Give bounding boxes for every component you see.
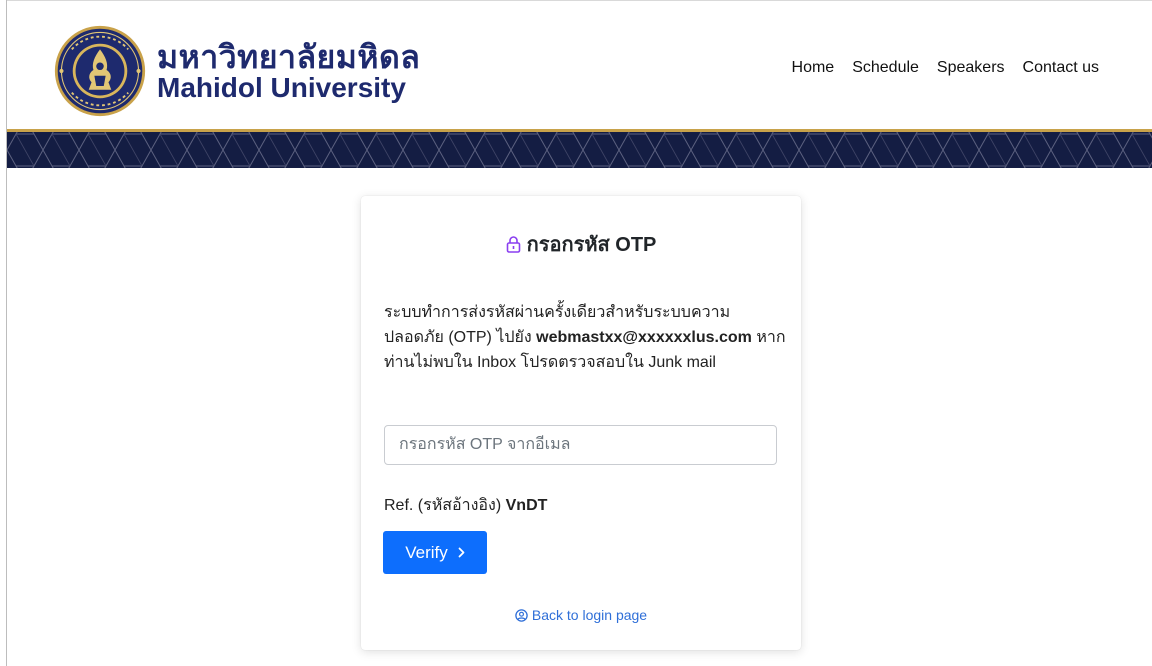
nav-schedule[interactable]: Schedule bbox=[852, 59, 919, 77]
lock-icon bbox=[506, 236, 520, 253]
user-circle-icon bbox=[515, 609, 528, 622]
chevron-right-icon bbox=[458, 547, 465, 558]
brand-name-thai: มหาวิทยาลัยมหิดล bbox=[157, 38, 421, 75]
main-nav: Home Schedule Speakers Contact us bbox=[774, 59, 1099, 77]
otp-card: กรอกรหัส OTP ระบบทำการส่งรหัสผ่านครั้งเด… bbox=[361, 196, 801, 650]
back-to-login-label: Back to login page bbox=[531, 607, 648, 623]
nav-home[interactable]: Home bbox=[792, 59, 835, 77]
verify-button[interactable]: Verify bbox=[383, 531, 487, 574]
otp-input[interactable] bbox=[384, 425, 777, 465]
university-seal-icon bbox=[54, 25, 146, 117]
otp-description: ระบบทำการส่งรหัสผ่านครั้งเดียวสำหรับระบบ… bbox=[384, 300, 786, 375]
back-to-login-link[interactable]: Back to login page bbox=[361, 607, 801, 623]
ref-label: Ref. (รหัสอ้างอิง) bbox=[384, 497, 506, 514]
site-header: มหาวิทยาลัยมหิดล Mahidol University Home… bbox=[7, 1, 1152, 129]
brand-wordmark: มหาวิทยาลัยมหิดล Mahidol University bbox=[157, 41, 420, 102]
nav-speakers[interactable]: Speakers bbox=[937, 59, 1005, 77]
brand-logo[interactable]: มหาวิทยาลัยมหิดล Mahidol University bbox=[53, 24, 420, 118]
ref-code: VnDT bbox=[505, 497, 548, 514]
otp-email: webmastxx@xxxxxxlus.com bbox=[536, 329, 752, 346]
ref-code-line: Ref. (รหัสอ้างอิง) VnDT bbox=[384, 493, 547, 518]
otp-title: กรอกรหัส OTP bbox=[361, 228, 801, 260]
brand-name-english: Mahidol University bbox=[157, 71, 406, 103]
verify-label: Verify bbox=[405, 542, 448, 562]
otp-title-text: กรอกรหัส OTP bbox=[526, 234, 657, 256]
decorative-pattern-band bbox=[7, 132, 1152, 168]
hexagon-pattern bbox=[7, 132, 1152, 168]
nav-contact-us[interactable]: Contact us bbox=[1023, 59, 1099, 77]
